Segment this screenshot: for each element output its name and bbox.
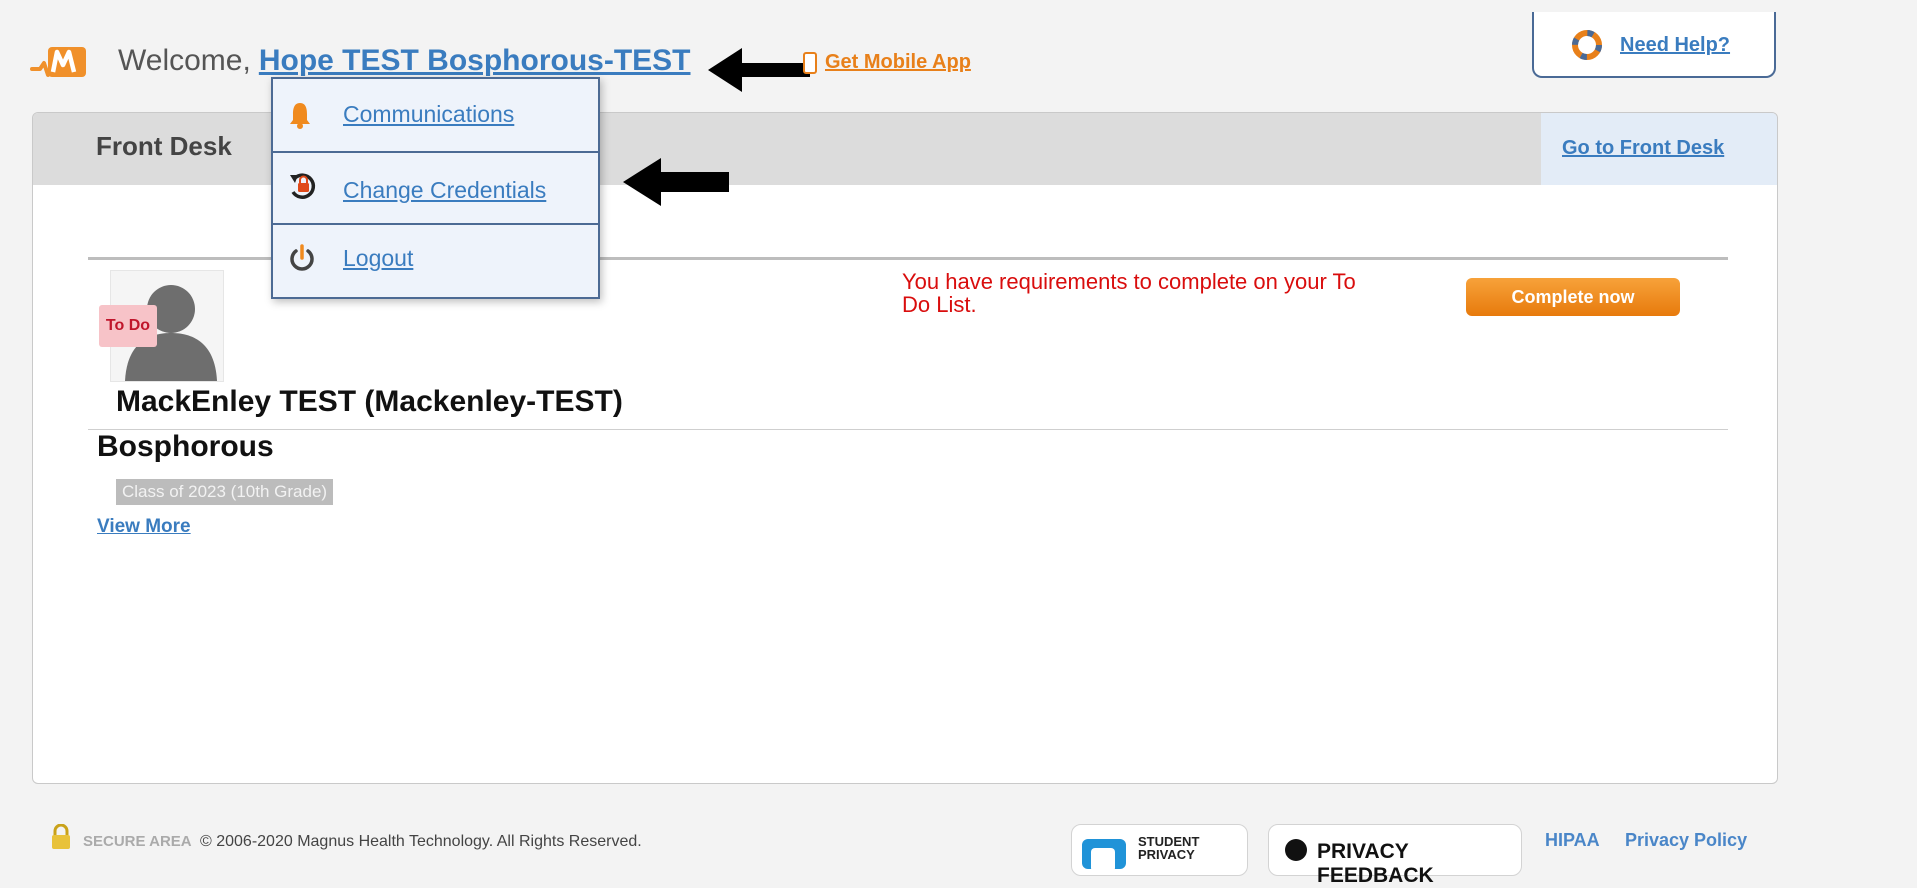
view-more-link[interactable]: View More xyxy=(97,516,191,538)
get-mobile-app-link[interactable]: Get Mobile App xyxy=(825,51,971,74)
user-name-menu-toggle[interactable]: Hope TEST Bosphorous-TEST xyxy=(259,44,691,77)
panel-title: Front Desk xyxy=(96,131,232,161)
welcome-greeting: Welcome, Hope TEST Bosphorous-TEST xyxy=(118,44,691,78)
menu-item-change-credentials[interactable]: Change Credentials xyxy=(273,151,598,225)
privacy-feedback-label: PRIVACY FEEDBACK xyxy=(1317,840,1434,887)
mobile-phone-icon xyxy=(803,51,817,74)
student-privacy-icon xyxy=(1082,839,1126,872)
bell-icon xyxy=(290,103,310,129)
lifebuoy-icon xyxy=(1572,30,1602,60)
todo-badge: To Do xyxy=(99,305,157,347)
menu-item-communications[interactable]: Communications xyxy=(273,79,598,151)
change-credentials-link[interactable]: Change Credentials xyxy=(343,177,546,204)
student-privacy-seal[interactable]: STUDENT PRIVACY xyxy=(1071,824,1248,876)
go-to-front-desk-tab[interactable]: Go to Front Desk xyxy=(1541,113,1777,185)
speech-bubble-icon xyxy=(1285,839,1307,861)
class-badge: Class of 2023 (10th Grade) xyxy=(116,479,334,505)
communications-link[interactable]: Communications xyxy=(343,101,514,128)
welcome-label: Welcome, xyxy=(118,44,251,77)
go-to-front-desk-link[interactable]: Go to Front Desk xyxy=(1562,137,1724,160)
hipaa-link[interactable]: HIPAA xyxy=(1545,830,1600,851)
power-icon xyxy=(290,244,314,271)
logout-link[interactable]: Logout xyxy=(343,245,413,272)
student-privacy-text: STUDENT PRIVACY xyxy=(1138,835,1199,861)
need-help-tab[interactable]: Need Help? xyxy=(1532,12,1776,78)
student-privacy-line2: PRIVACY xyxy=(1138,847,1195,862)
credentials-icon xyxy=(290,173,316,199)
menu-item-logout[interactable]: Logout xyxy=(273,223,598,297)
privacy-policy-link[interactable]: Privacy Policy xyxy=(1625,830,1747,851)
annotation-arrow-credentials xyxy=(623,158,729,206)
student-name: MackEnley TEST (Mackenley-TEST) xyxy=(116,385,623,418)
need-help-link[interactable]: Need Help? xyxy=(1620,34,1730,57)
divider xyxy=(88,429,1728,430)
copyright-text: © 2006-2020 Magnus Health Technology. Al… xyxy=(200,833,642,850)
annotation-arrow-username xyxy=(708,48,810,92)
padlock-icon xyxy=(52,824,70,849)
user-dropdown-menu: Communications Change Credentials Logout xyxy=(271,77,600,299)
magnus-logo-icon xyxy=(30,47,86,77)
student-school: Bosphorous xyxy=(97,430,274,463)
page-footer: SECURE AREA © 2006-2020 Magnus Health Te… xyxy=(0,818,1917,887)
complete-now-button[interactable]: Complete now xyxy=(1466,278,1680,316)
secure-area-label: SECURE AREA xyxy=(83,833,192,850)
get-mobile-app[interactable]: Get Mobile App xyxy=(803,51,971,74)
privacy-feedback-button[interactable]: PRIVACY FEEDBACK xyxy=(1268,824,1522,887)
requirements-message: You have requirements to complete on you… xyxy=(902,269,1356,317)
